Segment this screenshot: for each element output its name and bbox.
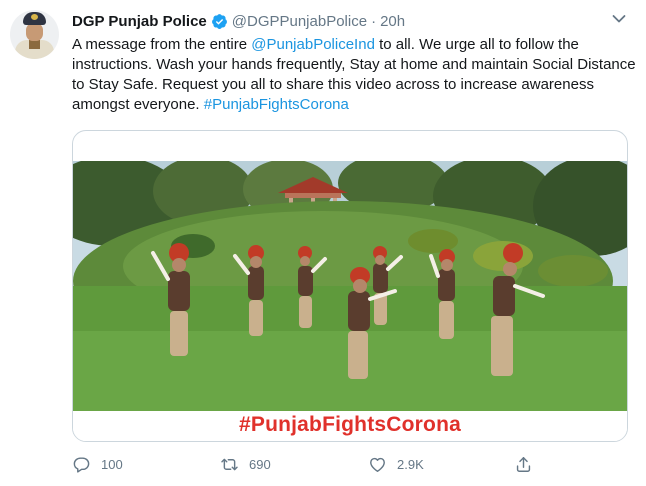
like-button[interactable]: 2.9K [368, 452, 424, 476]
retweet-button[interactable]: 690 [220, 452, 271, 476]
tweet-text: A message from the entire @PunjabPoliceI… [72, 35, 637, 115]
hashtag-link[interactable]: #PunjabFightsCorona [204, 96, 349, 113]
chevron-down-icon[interactable] [612, 14, 626, 24]
reply-icon [73, 456, 90, 473]
reply-button[interactable]: 100 [72, 452, 123, 476]
reply-count: 100 [101, 456, 123, 472]
avatar[interactable] [10, 10, 59, 59]
video-card[interactable]: #PunjabFightsCorona [72, 130, 628, 442]
tweet-timestamp[interactable]: 20h [380, 13, 405, 30]
video-banner: #PunjabFightsCorona [73, 411, 627, 441]
video-frame [73, 161, 627, 411]
tweet[interactable]: DGP Punjab Police @DGPPunjabPolice · 20h… [0, 0, 646, 486]
verified-badge-icon [211, 13, 227, 29]
retweet-icon [221, 458, 238, 470]
tweet-text-part1: A message from the entire [72, 36, 252, 53]
mention-link[interactable]: @PunjabPoliceInd [251, 36, 375, 53]
video-player[interactable]: #PunjabFightsCorona [73, 161, 627, 441]
share-button[interactable] [514, 452, 533, 476]
display-name[interactable]: DGP Punjab Police [72, 13, 207, 30]
share-icon [516, 456, 531, 472]
tweet-actions: 100 690 2.9K [72, 452, 542, 476]
retweet-count: 690 [249, 456, 271, 472]
video-banner-text: #PunjabFightsCorona [239, 413, 461, 436]
heart-icon [370, 457, 385, 472]
tweet-header: DGP Punjab Police @DGPPunjabPolice · 20h [72, 11, 405, 31]
separator-dot: · [371, 12, 377, 30]
user-handle[interactable]: @DGPPunjabPolice [232, 13, 367, 30]
like-count: 2.9K [397, 456, 424, 472]
